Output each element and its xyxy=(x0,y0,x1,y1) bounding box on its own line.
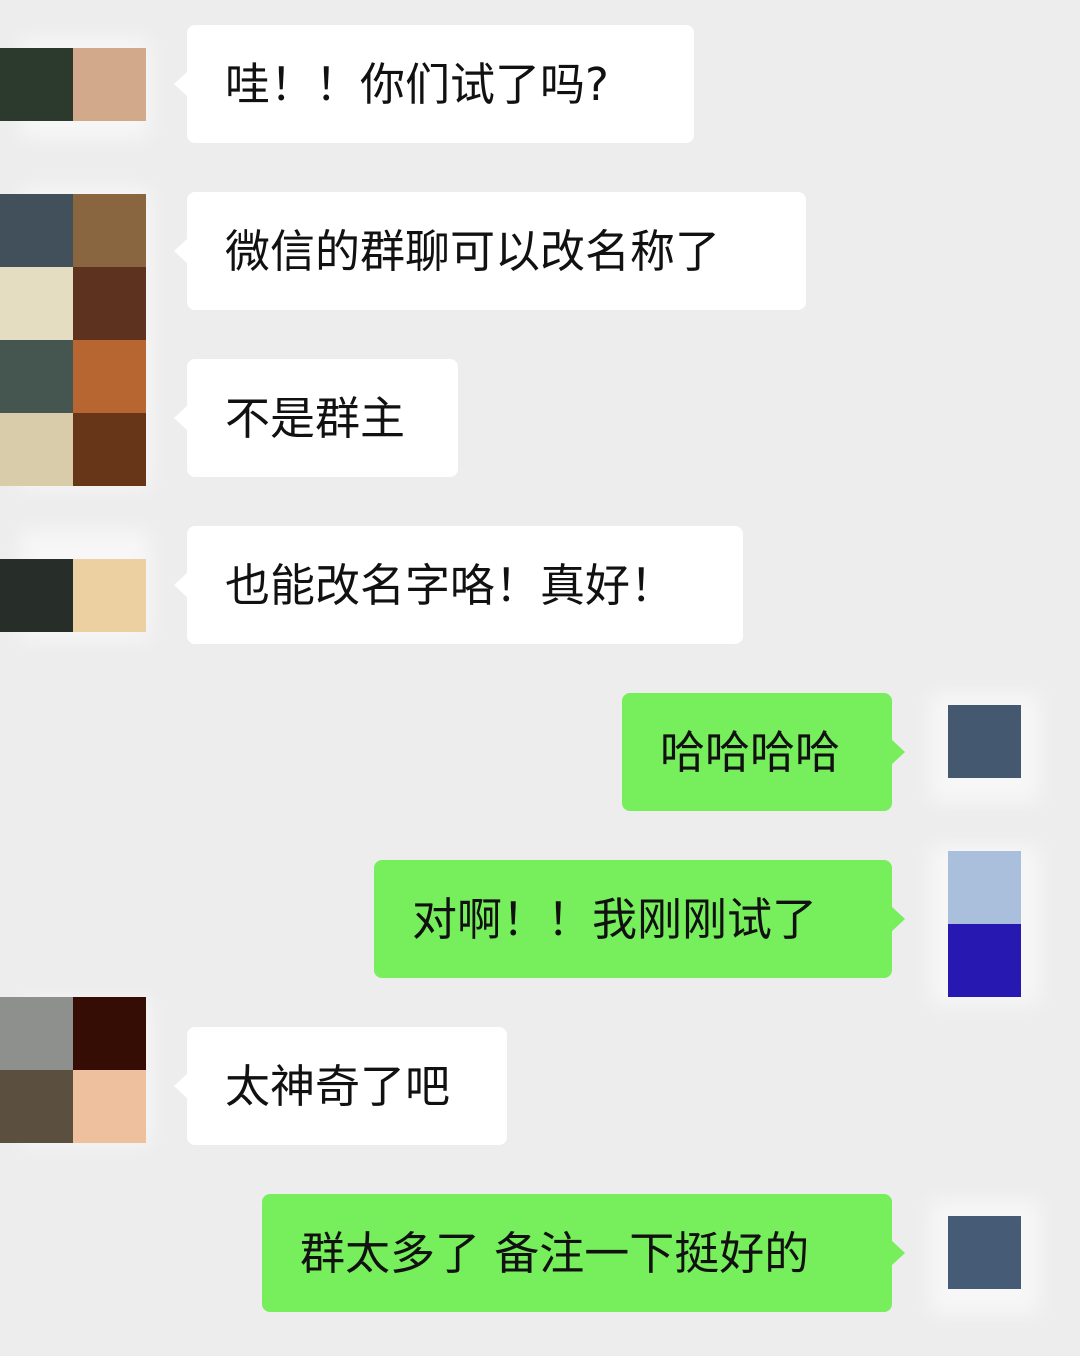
avatar-pixel xyxy=(73,340,146,413)
message-text: 微信的群聊可以改名称了 xyxy=(225,224,721,278)
avatar-pixel xyxy=(73,1070,146,1143)
avatar-pixel xyxy=(948,924,1021,997)
message-text: 群太多了 备注一下挺好的 xyxy=(300,1226,810,1280)
message-bubble[interactable]: 也能改名字咯！真好！ xyxy=(174,526,743,644)
message-bubble[interactable]: 哈哈哈哈 xyxy=(622,693,905,811)
message-text: 哈哈哈哈 xyxy=(660,725,841,779)
avatar-pixel xyxy=(948,851,1021,924)
avatar-pixel xyxy=(73,997,146,1070)
message-text: 对啊！！我刚刚试了 xyxy=(412,892,818,946)
avatar-pixel xyxy=(73,559,146,632)
message-bubble[interactable]: 对啊！！我刚刚试了 xyxy=(374,860,905,978)
avatar-pixel xyxy=(0,1070,73,1143)
message-bubble[interactable]: 不是群主 xyxy=(174,359,458,477)
message-bubble[interactable]: 太神奇了吧 xyxy=(174,1027,507,1145)
avatar[interactable] xyxy=(0,194,146,486)
message-text: 也能改名字咯！真好！ xyxy=(225,558,676,612)
avatar-pixel xyxy=(73,48,146,121)
avatar-pixel xyxy=(73,413,146,486)
message-text: 不是群主 xyxy=(225,391,406,445)
avatar[interactable] xyxy=(0,48,146,121)
message-bubble[interactable]: 群太多了 备注一下挺好的 xyxy=(262,1194,905,1312)
avatar-pixel xyxy=(0,413,73,486)
avatar-pixel xyxy=(948,705,1021,778)
avatar-pixel xyxy=(0,48,73,121)
message-bubble[interactable]: 微信的群聊可以改名称了 xyxy=(174,192,806,310)
avatar-pixel xyxy=(0,559,73,632)
avatar-pixel xyxy=(0,267,73,340)
avatar-pixel xyxy=(948,1216,1021,1289)
avatar[interactable] xyxy=(0,559,146,632)
message-text: 太神奇了吧 xyxy=(225,1059,451,1113)
avatar-pixel xyxy=(0,997,73,1070)
avatar-pixel xyxy=(73,267,146,340)
avatar[interactable] xyxy=(948,851,1021,997)
avatar[interactable] xyxy=(948,1216,1021,1289)
avatar-pixel xyxy=(73,194,146,267)
avatar[interactable] xyxy=(0,997,146,1143)
avatar-pixel xyxy=(0,194,73,267)
message-bubble[interactable]: 哇！！你们试了吗? xyxy=(174,25,694,143)
avatar-pixel xyxy=(0,340,73,413)
avatar[interactable] xyxy=(948,705,1021,778)
chat-message-list: 哇！！你们试了吗? 微信的群聊可以改名称了 不是群主 也能改名字咯！真好！ 哈哈… xyxy=(0,0,1080,1356)
message-text: 哇！！你们试了吗? xyxy=(225,57,609,111)
